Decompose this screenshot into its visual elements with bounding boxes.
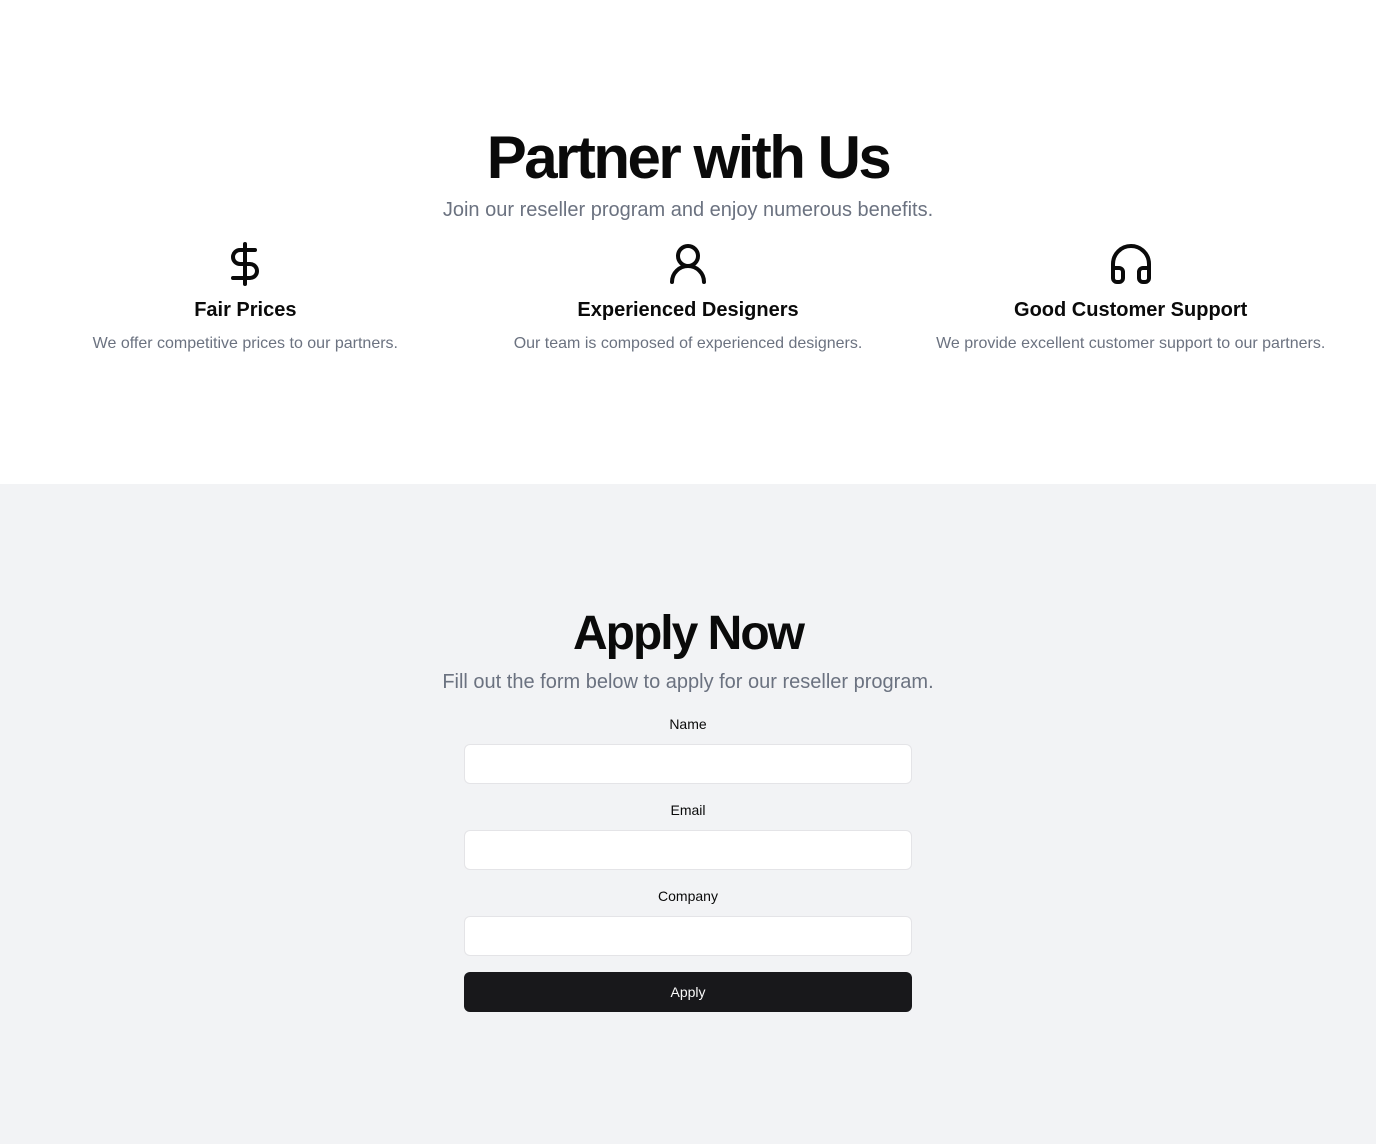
apply-subtitle: Fill out the form below to apply for our… bbox=[442, 671, 934, 693]
feature-experienced-designers: Experienced Designers Our team is compos… bbox=[467, 240, 910, 356]
user-icon bbox=[664, 240, 712, 288]
feature-description: We offer competitive prices to our partn… bbox=[92, 335, 398, 352]
apply-form: Name Email Company Apply bbox=[464, 714, 912, 1012]
feature-description: We provide excellent customer support to… bbox=[936, 335, 1326, 352]
email-field-group: Email bbox=[464, 800, 912, 870]
feature-title: Experienced Designers bbox=[577, 299, 799, 321]
name-label: Name bbox=[669, 716, 707, 732]
feature-description: Our team is composed of experienced desi… bbox=[513, 335, 863, 352]
page-subtitle: Join our reseller program and enjoy nume… bbox=[442, 199, 934, 221]
company-input[interactable] bbox=[464, 916, 912, 956]
email-label: Email bbox=[670, 802, 706, 818]
feature-title: Fair Prices bbox=[194, 299, 297, 321]
email-input[interactable] bbox=[464, 830, 912, 870]
apply-section: Apply Now Fill out the form below to app… bbox=[0, 484, 1376, 1144]
feature-fair-prices: Fair Prices We offer competitive prices … bbox=[24, 240, 467, 356]
dollar-icon bbox=[221, 240, 269, 288]
partner-section: Partner with Us Join our reseller progra… bbox=[0, 0, 1376, 484]
features-list: Fair Prices We offer competitive prices … bbox=[24, 240, 1352, 356]
name-input[interactable] bbox=[464, 744, 912, 784]
feature-customer-support: Good Customer Support We provide excelle… bbox=[909, 240, 1352, 356]
page-title: Partner with Us bbox=[486, 124, 892, 191]
apply-button[interactable]: Apply bbox=[464, 972, 912, 1012]
name-field-group: Name bbox=[464, 714, 912, 784]
apply-title: Apply Now bbox=[573, 607, 805, 660]
feature-title: Good Customer Support bbox=[1014, 299, 1248, 321]
company-label: Company bbox=[658, 888, 718, 904]
company-field-group: Company bbox=[464, 886, 912, 956]
headphones-icon bbox=[1107, 240, 1155, 288]
